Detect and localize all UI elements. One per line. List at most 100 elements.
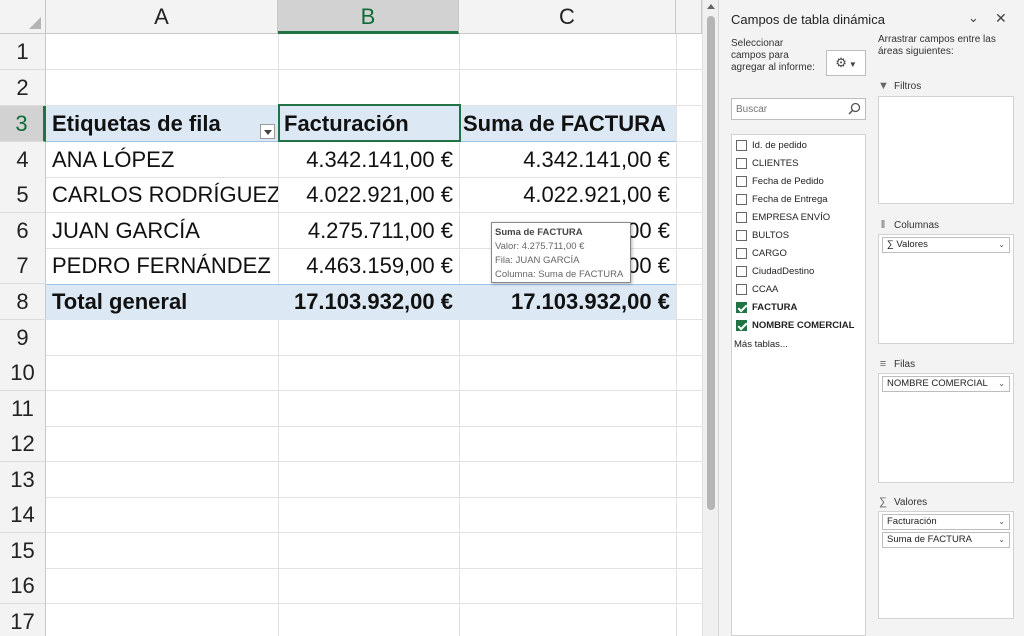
cell-a8-total-label[interactable]: Total general	[46, 284, 278, 320]
chevron-down-icon: ▼	[848, 60, 857, 69]
checkbox[interactable]	[736, 229, 747, 241]
row-header-13[interactable]: 13	[0, 462, 46, 498]
checkbox[interactable]	[736, 193, 747, 205]
row-header-7[interactable]: 7	[0, 248, 46, 284]
checkbox[interactable]	[736, 175, 747, 187]
row-header-2[interactable]: 2	[0, 70, 46, 106]
column-header-b[interactable]: B	[278, 0, 459, 34]
field-label: Id. de pedido	[752, 139, 807, 151]
cell-a7-name[interactable]: PEDRO FERNÁNDEZ	[46, 248, 278, 284]
scroll-up-arrow-icon[interactable]	[707, 4, 715, 9]
pill-label: NOMBRE COMERCIAL	[887, 378, 988, 389]
column-header-c[interactable]: C	[459, 0, 676, 34]
sigma-icon: ∑	[879, 496, 887, 508]
column-header-d[interactable]	[676, 0, 702, 34]
field-label: CCAA	[752, 283, 779, 295]
checkbox[interactable]	[736, 139, 747, 151]
field-item-factura[interactable]: FACTURA	[736, 299, 797, 315]
field-item-empresa-envio[interactable]: EMPRESA ENVÍO	[736, 209, 830, 225]
filters-label: Filtros	[894, 80, 922, 92]
field-item-ccaa[interactable]: CCAA	[736, 281, 778, 297]
checkbox-checked[interactable]	[736, 319, 747, 331]
field-item-fecha-pedido[interactable]: Fecha de Pedido	[736, 173, 824, 189]
row-header-1[interactable]: 1	[0, 34, 46, 70]
values-suma-factura-pill[interactable]: Suma de FACTURA ⌄	[882, 532, 1010, 548]
checkbox[interactable]	[736, 157, 747, 169]
row-header-9[interactable]: 9	[0, 320, 46, 356]
field-item-bultos[interactable]: BULTOS	[736, 227, 789, 243]
checkbox[interactable]	[736, 265, 747, 277]
cell-b7-value[interactable]: 4.463.159,00 €	[278, 248, 459, 284]
panel-title: Campos de tabla dinámica	[731, 12, 885, 27]
chevron-down-icon[interactable]: ⌄	[968, 10, 979, 26]
select-all-corner[interactable]	[0, 0, 46, 34]
field-item-cargo[interactable]: CARGO	[736, 245, 787, 261]
more-tables-link[interactable]: Más tablas...	[734, 339, 788, 350]
cell-c5-value[interactable]: 4.022.921,00 €	[459, 177, 676, 213]
row-labels-filter-button[interactable]	[260, 124, 275, 139]
row-header-14[interactable]: 14	[0, 497, 46, 533]
row-header-4[interactable]: 4	[0, 142, 46, 178]
cell-a3-row-labels[interactable]: Etiquetas de fila	[46, 106, 260, 142]
row-header-10[interactable]: 10	[0, 355, 46, 391]
values-facturacion-pill[interactable]: Facturación ⌄	[882, 514, 1010, 530]
checkbox-checked[interactable]	[736, 301, 747, 313]
cell-c4-value[interactable]: 4.342.141,00 €	[459, 142, 676, 178]
pivot-areas: Arrastrar campos entre las áreas siguien…	[874, 34, 1024, 636]
search-input[interactable]	[736, 101, 844, 117]
columns-drop-area[interactable]: ∑ Valores ⌄	[878, 234, 1014, 344]
field-label: Fecha de Entrega	[752, 193, 828, 205]
columns-label: Columnas	[894, 219, 940, 231]
row-header-12[interactable]: 12	[0, 426, 46, 462]
search-icon[interactable]	[848, 102, 861, 115]
field-item-clientes[interactable]: CLIENTES	[736, 155, 798, 171]
field-label: NOMBRE COMERCIAL	[752, 319, 855, 331]
field-search-box[interactable]	[731, 98, 866, 120]
cell-b4-value[interactable]: 4.342.141,00 €	[278, 142, 459, 178]
dropdown-arrow-icon[interactable]: ⌄	[998, 515, 1005, 529]
columns-icon: ‖	[880, 219, 886, 231]
cell-a5-name[interactable]: CARLOS RODRÍGUEZ	[46, 177, 278, 213]
column-header-a[interactable]: A	[46, 0, 278, 34]
dropdown-arrow-icon[interactable]: ⌄	[998, 238, 1005, 252]
field-label: CARGO	[752, 247, 787, 259]
row-header-8[interactable]: 8	[0, 284, 46, 320]
row-header-5[interactable]: 5	[0, 177, 46, 213]
cell-c8-total[interactable]: 17.103.932,00 €	[459, 284, 676, 320]
values-area-label: ∑ Valores	[878, 496, 927, 508]
row-header-6[interactable]: 6	[0, 213, 46, 249]
close-icon[interactable]: ✕	[995, 10, 1007, 27]
cell-b8-total[interactable]: 17.103.932,00 €	[278, 284, 459, 320]
field-label: BULTOS	[752, 229, 790, 241]
field-item-id-pedido[interactable]: Id. de pedido	[736, 137, 807, 153]
cell-a6-name[interactable]: JUAN GARCÍA	[46, 213, 278, 249]
row-header-3[interactable]: 3	[0, 106, 46, 142]
field-label: FACTURA	[752, 301, 798, 313]
cell-b6-value[interactable]: 4.275.711,00 €	[278, 213, 459, 249]
pivot-value-tooltip: Suma de FACTURA Valor: 4.275.711,00 € Fi…	[491, 222, 631, 283]
sheet-vertical-scrollbar[interactable]	[702, 0, 718, 636]
tools-button[interactable]: ⚙ ▼	[826, 50, 866, 76]
field-item-fecha-entrega[interactable]: Fecha de Entrega	[736, 191, 828, 207]
field-item-nombre-comercial[interactable]: NOMBRE COMERCIAL	[736, 317, 854, 333]
dropdown-arrow-icon[interactable]: ⌄	[998, 377, 1005, 391]
tooltip-row: Fila: JUAN GARCÍA	[495, 255, 580, 266]
filters-drop-area[interactable]	[878, 96, 1014, 204]
rows-drop-area[interactable]: NOMBRE COMERCIAL ⌄	[878, 373, 1014, 483]
cell-a4-name[interactable]: ANA LÓPEZ	[46, 142, 278, 178]
checkbox[interactable]	[736, 283, 747, 295]
checkbox[interactable]	[736, 211, 747, 223]
row-header-16[interactable]: 16	[0, 568, 46, 604]
row-header-17[interactable]: 17	[0, 604, 46, 636]
columns-values-pill[interactable]: ∑ Valores ⌄	[882, 237, 1010, 253]
cell-b5-value[interactable]: 4.022.921,00 €	[278, 177, 459, 213]
scrollbar-thumb[interactable]	[707, 16, 715, 510]
cell-c3-suma-factura[interactable]: Suma de FACTURA	[459, 106, 676, 142]
rows-nombre-comercial-pill[interactable]: NOMBRE COMERCIAL ⌄	[882, 376, 1010, 392]
row-header-11[interactable]: 11	[0, 391, 46, 427]
values-drop-area[interactable]: Facturación ⌄ Suma de FACTURA ⌄	[878, 511, 1014, 619]
field-item-ciudad-destino[interactable]: CiudadDestino	[736, 263, 814, 279]
dropdown-arrow-icon[interactable]: ⌄	[998, 533, 1005, 547]
row-header-15[interactable]: 15	[0, 533, 46, 569]
checkbox[interactable]	[736, 247, 747, 259]
